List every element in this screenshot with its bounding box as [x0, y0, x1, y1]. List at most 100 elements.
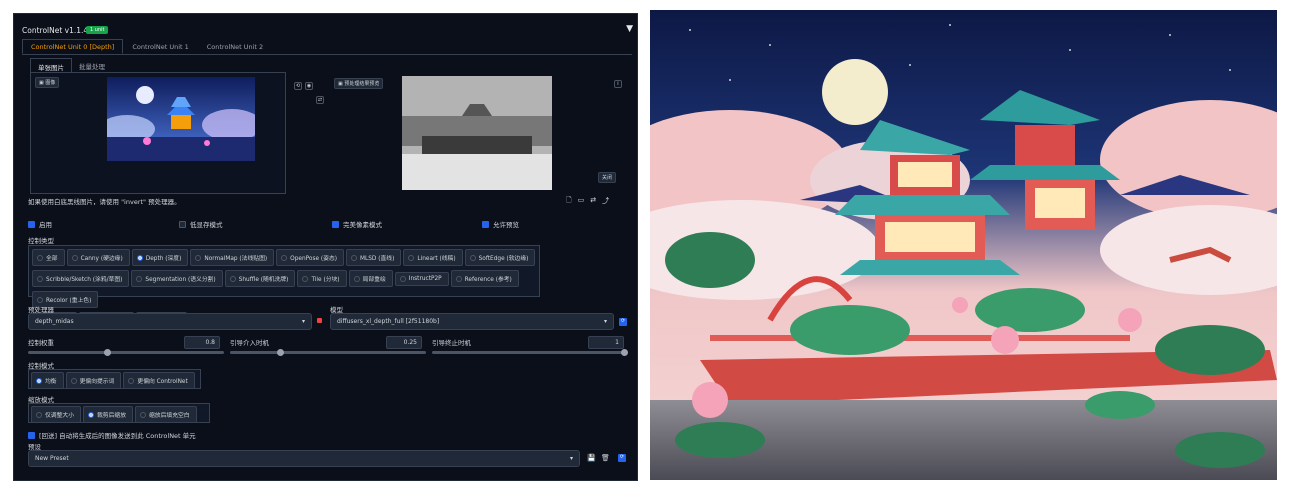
slider-thumb[interactable]	[277, 349, 285, 356]
slider-track[interactable]	[432, 349, 628, 356]
radio-unselected-icon	[37, 254, 43, 261]
radio-option[interactable]: InstructP2P	[394, 271, 449, 286]
control-type-label: 控制类型	[28, 237, 54, 245]
slider-label: 控制权重	[28, 339, 54, 347]
tab-unit-1[interactable]: ControlNet Unit 1	[123, 39, 197, 54]
radio-option[interactable]: Segmentation (语义分割)	[131, 270, 223, 287]
mirror-icon[interactable]: ⇄	[316, 96, 324, 104]
radio-option[interactable]: Reference (参考)	[450, 270, 519, 287]
radio-option[interactable]: 局部重绘	[348, 270, 393, 287]
radio-unselected-icon	[302, 275, 309, 282]
radio-option[interactable]: Canny (硬边缘)	[66, 249, 130, 266]
slider-label: 引导终止时机	[432, 339, 471, 347]
radio-option[interactable]: NormalMap (法线贴图)	[190, 249, 275, 266]
radio-option[interactable]: 全部	[32, 249, 65, 266]
radio-label: Reference (参考)	[464, 277, 512, 283]
control-type-row-1: 全部 Canny (硬边缘) Depth (深度) NormalMap (法线贴图) O…	[31, 247, 537, 268]
radio-label: Tile (分块)	[311, 277, 340, 283]
slider-thumb[interactable]	[103, 349, 111, 356]
info-icon[interactable]: i	[614, 80, 622, 88]
radio-label: 更偏向提示词	[79, 379, 115, 385]
slider-value-input[interactable]: 0.25	[386, 336, 422, 349]
radio-label: 缩放后填充空白	[149, 413, 190, 419]
radio-label: SoftEdge (软边缘)	[478, 256, 529, 262]
radio-option[interactable]: Lineart (线稿)	[403, 249, 463, 266]
input-image-thumbnail	[107, 77, 255, 161]
slider-value-input[interactable]: 0.8	[184, 336, 220, 349]
controlnet-panel: ControlNet v1.1.406 1 unit ▼ ControlNet …	[13, 13, 638, 481]
slider-track[interactable]	[230, 349, 426, 356]
radio-option[interactable]: 均衡	[31, 372, 64, 389]
radio-option[interactable]: SoftEdge (软边缘)	[464, 249, 536, 266]
checkbox-checked-icon	[482, 220, 489, 228]
chevron-down-icon: ▾	[301, 318, 305, 325]
radio-unselected-icon	[128, 377, 135, 384]
loopback-checkbox[interactable]: [回送] 自动将生成后的图像发送到此 ControlNet 单元	[28, 430, 196, 440]
run-preprocessor-icon[interactable]	[317, 318, 322, 323]
send-dimensions-icon[interactable]: ⤴	[602, 196, 609, 207]
radio-unselected-icon	[351, 254, 358, 261]
radio-unselected-icon	[399, 275, 406, 282]
radio-option[interactable]: 更偏向提示词	[65, 372, 122, 389]
radio-unselected-icon	[469, 254, 476, 261]
preview-image-area: 关闭 i	[334, 72, 626, 194]
slider-value-input[interactable]: 1	[588, 336, 624, 349]
radio-option[interactable]: 缩放后填充空白	[135, 406, 197, 423]
refresh-presets-icon[interactable]: ⟳	[618, 454, 626, 462]
radio-unselected-icon	[229, 275, 236, 282]
radio-label: MLSD (直线)	[360, 256, 395, 262]
camera-icon[interactable]: ◉	[305, 82, 313, 90]
radio-unselected-icon	[37, 275, 43, 282]
close-preview-button[interactable]: 关闭	[597, 172, 616, 183]
radio-option[interactable]: Tile (分块)	[297, 270, 347, 287]
radio-unselected-icon	[455, 275, 462, 282]
new-canvas-icon[interactable]: 🗋	[566, 196, 572, 207]
low-vram-checkbox[interactable]: 低显存模式	[179, 219, 223, 229]
radio-label: 裁剪后缩放	[97, 413, 126, 419]
preprocessor-select[interactable]: depth_midas ▾	[28, 313, 312, 330]
radio-label: InstructP2P	[408, 275, 442, 282]
collapse-icon[interactable]: ▼	[626, 24, 633, 34]
radio-option[interactable]: MLSD (直线)	[346, 249, 402, 266]
radio-option[interactable]: Shuffle (随机洗牌)	[224, 270, 296, 287]
swap-icon[interactable]: ⇄	[590, 196, 596, 207]
radio-label: OpenPose (姿态)	[290, 256, 338, 262]
chevron-down-icon: ▾	[569, 455, 573, 462]
radio-unselected-icon	[353, 275, 360, 282]
preset-select[interactable]: New Preset ▾	[28, 450, 580, 467]
radio-unselected-icon	[195, 254, 202, 261]
radio-selected-icon	[136, 254, 143, 261]
model-select[interactable]: diffusers_xl_depth_full [2f51180b] ▾	[330, 313, 614, 330]
enable-checkbox[interactable]: 启用	[28, 219, 52, 229]
save-preset-icon[interactable]: 💾	[587, 454, 596, 462]
tab-unit-0[interactable]: ControlNet Unit 0 [Depth]	[22, 39, 124, 54]
input-image-area[interactable]: ▣ 图像	[30, 72, 286, 194]
generated-image	[650, 10, 1277, 480]
radio-option[interactable]: Scribble/Sketch (涂鸦/草图)	[32, 270, 130, 287]
webcam-icon[interactable]: ▭	[578, 196, 585, 207]
slider-thumb[interactable]	[621, 349, 628, 356]
radio-unselected-icon	[136, 275, 143, 282]
tab-unit-2[interactable]: ControlNet Unit 2	[198, 39, 272, 54]
radio-label: Shuffle (随机洗牌)	[238, 277, 289, 283]
refresh-icon[interactable]: ⟲	[294, 82, 302, 90]
radio-label: Recolor (重上色)	[46, 298, 92, 304]
unit-tabs: ControlNet Unit 0 [Depth] ControlNet Uni…	[22, 39, 272, 54]
radio-option[interactable]: 仅调整大小	[31, 406, 81, 423]
control-type-group: 全部 Canny (硬边缘) Depth (深度) NormalMap (法线贴图) O…	[28, 245, 540, 326]
checkbox-checked-icon	[332, 220, 339, 228]
radio-option[interactable]: OpenPose (姿态)	[276, 249, 345, 266]
radio-selected-icon	[88, 411, 94, 418]
delete-preset-icon[interactable]: 🗑	[601, 454, 610, 462]
refresh-models-icon[interactable]: ⟳	[619, 318, 627, 326]
radio-option[interactable]: Depth (深度)	[131, 249, 189, 266]
chevron-down-icon: ▾	[603, 318, 607, 325]
allow-preview-checkbox[interactable]: 允许预览	[482, 219, 519, 229]
radio-unselected-icon	[140, 411, 146, 418]
radio-label: 均衡	[45, 379, 57, 385]
slider-track[interactable]	[28, 349, 224, 356]
checkbox-unchecked-icon	[179, 220, 186, 228]
pixel-perfect-checkbox[interactable]: 完美像素模式	[332, 219, 382, 229]
radio-option[interactable]: 更偏向 ControlNet	[123, 372, 195, 389]
radio-option[interactable]: 裁剪后缩放	[83, 406, 133, 423]
